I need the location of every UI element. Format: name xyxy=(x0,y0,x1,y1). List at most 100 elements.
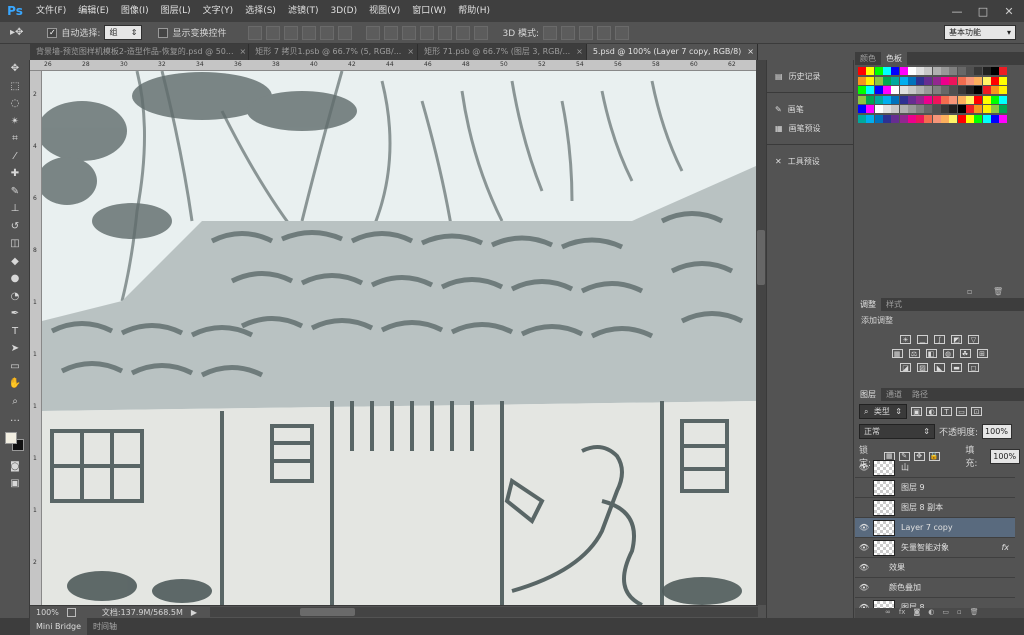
swatch[interactable] xyxy=(949,95,958,104)
swatch[interactable] xyxy=(949,86,958,94)
swatch[interactable] xyxy=(932,95,941,104)
distribute-bottom-icon[interactable] xyxy=(402,25,417,40)
visibility-eye-icon[interactable]: 👁 xyxy=(855,543,873,552)
menu-item-8[interactable]: 视图(V) xyxy=(363,0,406,22)
swatch[interactable] xyxy=(891,95,900,104)
swatch[interactable] xyxy=(982,76,991,85)
eyedropper-icon[interactable]: ⁄ xyxy=(0,148,30,166)
document-tab[interactable]: 背景墙-预览图样机模板2-造型作品-恢复的.psd @ 50... × xyxy=(30,44,250,60)
swatch[interactable] xyxy=(858,95,866,104)
close-icon[interactable]: ✕ xyxy=(996,0,1022,22)
link-icon[interactable]: ∞ xyxy=(885,608,891,618)
swatch[interactable] xyxy=(974,114,983,123)
swatch[interactable] xyxy=(974,76,983,85)
swatch[interactable] xyxy=(866,114,875,123)
healing-brush-icon[interactable]: ✚ xyxy=(0,165,30,183)
swatch[interactable] xyxy=(891,105,900,113)
close-tab-icon[interactable]: × xyxy=(407,44,414,60)
distribute-middle-icon[interactable] xyxy=(384,25,399,40)
swatch[interactable] xyxy=(891,76,900,85)
tool-preset-panel-button[interactable]: ✕ 工具预设 xyxy=(767,149,853,174)
eraser-icon[interactable]: ◫ xyxy=(0,235,30,253)
menu-item-9[interactable]: 窗口(W) xyxy=(406,0,452,22)
tab-timeline[interactable]: 时间轴 xyxy=(87,618,123,635)
brightness-icon[interactable]: ☀ xyxy=(900,335,911,344)
swatch[interactable] xyxy=(932,105,941,113)
swatch[interactable] xyxy=(924,86,933,94)
close-tab-icon[interactable]: × xyxy=(576,44,583,60)
vibrance-icon[interactable]: ▽ xyxy=(968,335,979,344)
swatch[interactable] xyxy=(899,114,908,123)
move-tool-icon[interactable]: ▸✥ xyxy=(10,27,23,38)
swatch[interactable] xyxy=(874,67,883,75)
minimize-icon[interactable]: — xyxy=(944,0,970,22)
document-canvas[interactable] xyxy=(42,71,756,605)
auto-align-icon[interactable] xyxy=(474,25,489,40)
drag-3d-icon[interactable] xyxy=(579,25,594,40)
swatch[interactable] xyxy=(907,105,916,113)
crop-tool-icon[interactable]: ⌗ xyxy=(0,130,30,148)
swatch[interactable] xyxy=(941,76,949,85)
swatch[interactable] xyxy=(866,67,875,75)
marquee-tool-icon[interactable]: ⬚ xyxy=(0,78,30,96)
swatch[interactable] xyxy=(924,105,933,113)
invert-icon[interactable]: ◪ xyxy=(900,363,911,372)
blur-tool-icon[interactable]: ● xyxy=(0,270,30,288)
swatch[interactable] xyxy=(882,86,891,94)
swatch[interactable] xyxy=(957,67,966,75)
swatch[interactable] xyxy=(882,105,891,113)
swatch[interactable] xyxy=(974,95,983,104)
align-left-icon[interactable] xyxy=(302,25,317,40)
roll-3d-icon[interactable] xyxy=(561,25,576,40)
swatch[interactable] xyxy=(965,105,974,113)
maximize-icon[interactable]: □ xyxy=(970,0,996,22)
layer-row[interactable]: 👁 矢量智能对象 fx xyxy=(855,538,1015,558)
type-tool-icon[interactable]: T xyxy=(0,323,30,341)
curves-icon[interactable]: ∫ xyxy=(934,335,945,344)
swatch[interactable] xyxy=(932,76,941,85)
threshold-icon[interactable]: ◣ xyxy=(934,363,945,372)
quick-mask-icon[interactable]: ◙ xyxy=(0,458,30,476)
menu-item-7[interactable]: 3D(D) xyxy=(324,0,363,22)
tab-adjustments[interactable]: 调整 xyxy=(855,298,881,311)
vertical-scroll-thumb[interactable] xyxy=(757,230,765,285)
clone-stamp-icon[interactable]: ⊥ xyxy=(0,200,30,218)
hand-tool-icon[interactable]: ✋ xyxy=(0,375,30,393)
swatch[interactable] xyxy=(974,86,983,94)
distribute-left-icon[interactable] xyxy=(420,25,435,40)
menu-item-2[interactable]: 图像(I) xyxy=(115,0,155,22)
pen-tool-icon[interactable]: ✒ xyxy=(0,305,30,323)
dodge-tool-icon[interactable]: ◔ xyxy=(0,288,30,306)
swatch[interactable] xyxy=(941,67,949,75)
swatch[interactable] xyxy=(874,95,883,104)
gradient-map-icon[interactable]: ▬ xyxy=(951,363,962,372)
tab-styles[interactable]: 样式 xyxy=(881,298,907,311)
swatch[interactable] xyxy=(916,76,925,85)
layer-row[interactable]: 图层 8 副本 xyxy=(855,498,1015,518)
swatch[interactable] xyxy=(891,114,900,123)
swatch[interactable] xyxy=(974,105,983,113)
swatch[interactable] xyxy=(858,67,866,75)
swatch[interactable] xyxy=(924,67,933,75)
hue-saturation-icon[interactable]: ▦ xyxy=(891,349,903,358)
menu-item-5[interactable]: 选择(S) xyxy=(239,0,282,22)
layer-row[interactable]: 👁 Layer 7 copy xyxy=(855,518,1015,538)
swatch[interactable] xyxy=(858,76,866,85)
swatch[interactable] xyxy=(891,67,900,75)
align-bottom-icon[interactable] xyxy=(284,25,299,40)
swatch[interactable] xyxy=(874,105,883,113)
distribute-center-icon[interactable] xyxy=(438,25,453,40)
close-tab-icon[interactable]: × xyxy=(747,44,754,60)
color-picker[interactable] xyxy=(0,428,29,458)
layer-filter-dropdown[interactable]: ⌕ 类型 ⇕ xyxy=(859,404,907,419)
photo-filter-icon[interactable]: ◍ xyxy=(942,349,954,358)
filter-shape-icon[interactable]: ▭ xyxy=(956,407,967,416)
align-middle-icon[interactable] xyxy=(266,25,281,40)
color-balance-icon[interactable]: ⚖ xyxy=(908,349,920,358)
swatch[interactable] xyxy=(949,67,958,75)
swatch[interactable] xyxy=(941,105,949,113)
swatch[interactable] xyxy=(866,95,875,104)
tab-mini-bridge[interactable]: Mini Bridge xyxy=(30,618,88,635)
channel-mixer-icon[interactable]: ☘ xyxy=(959,349,971,358)
more-tools-icon[interactable]: … xyxy=(0,410,30,428)
